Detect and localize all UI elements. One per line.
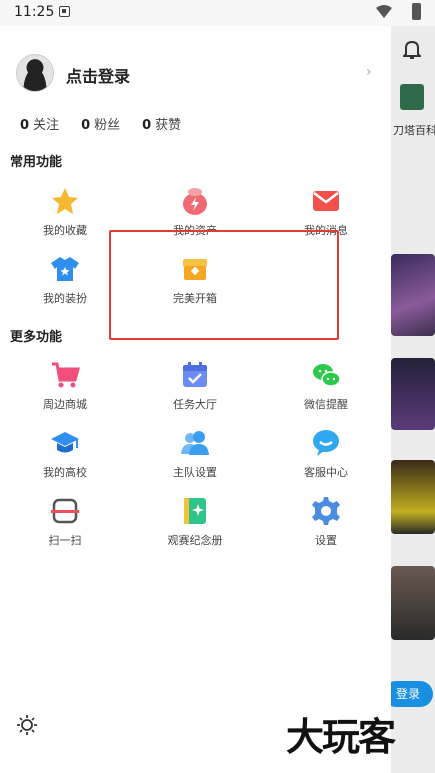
feature-settings[interactable]: 设置 [266,496,386,554]
side-drawer: 点击登录 › 0 关注 0 粉丝 0 获赞 常用功能 我的收藏 我的资产 我的消息 我… [0,26,391,773]
profile-row[interactable]: 点击登录 › [16,54,376,92]
feature-label: 主队设置 [173,466,217,479]
stat-likes[interactable]: 0 获赞 [142,114,181,133]
feature-label: 我的高校 [43,466,87,479]
stat-following[interactable]: 0 关注 [20,114,59,133]
feature-unboxing[interactable]: 完美开箱 [135,254,255,312]
status-time: 11:25 [14,4,55,20]
shopping-cart-icon [52,362,80,388]
envelope-icon [313,191,339,211]
feature-support[interactable]: 客服中心 [266,428,386,486]
sun-icon[interactable] [16,714,38,736]
scan-icon [51,498,79,524]
feature-label: 我的消息 [304,224,348,237]
background-tile[interactable] [391,254,435,336]
tshirt-icon [51,257,79,281]
dota-app-icon[interactable] [400,84,424,110]
feature-label: 观赛纪念册 [167,534,223,547]
stat-fans[interactable]: 0 粉丝 [81,114,120,133]
bell-icon[interactable] [403,40,421,60]
treasure-box-icon [183,259,207,280]
section-title-common: 常用功能 [10,155,63,170]
feature-label: 设置 [315,534,337,547]
feature-label: 完美开箱 [173,292,217,305]
wechat-icon [313,364,341,387]
feature-assets[interactable]: 我的资产 [135,186,255,244]
feature-label: 任务大厅 [173,398,217,411]
status-bar: 11:25 [0,0,435,26]
calendar-check-icon [183,362,207,387]
feature-messages[interactable]: 我的消息 [266,186,386,244]
dota-label[interactable]: 刀塔百科 [393,122,435,138]
feature-label: 我的资产 [173,224,217,237]
feature-label: 微信提醒 [304,398,348,411]
feature-album[interactable]: 观赛纪念册 [135,496,255,554]
feature-scan[interactable]: 扫一扫 [5,496,125,554]
team-people-icon [181,431,209,455]
background-login-button[interactable]: 登录 [391,681,433,707]
section-title-more: 更多功能 [10,330,63,345]
login-label[interactable]: 点击登录 [66,63,130,87]
graduation-cap-icon [51,432,79,453]
feature-outfit[interactable]: 我的装扮 [5,254,125,312]
feature-team-settings[interactable]: 主队设置 [135,428,255,486]
background-app: 刀塔百科 登录 [391,26,435,773]
feature-tasks[interactable]: 任务大厅 [135,360,255,418]
feature-label: 客服中心 [304,466,348,479]
background-tile[interactable] [391,460,435,534]
feature-label: 扫一扫 [48,534,82,547]
gear-icon [312,497,340,525]
feature-wechat[interactable]: 微信提醒 [266,360,386,418]
feature-label: 周边商城 [43,398,87,411]
notification-icon [59,6,70,17]
stats-row: 0 关注 0 粉丝 0 获赞 [20,114,203,133]
feature-college[interactable]: 我的高校 [5,428,125,486]
avatar[interactable] [16,54,54,92]
feature-favorites[interactable]: 我的收藏 [5,186,125,244]
chevron-right-icon: › [366,64,372,80]
watermark-logo: 大玩客 [286,714,396,759]
battery-icon [412,3,421,20]
star-icon [52,188,78,214]
wallet-bag-icon [183,188,207,215]
feature-label: 我的装扮 [43,292,87,305]
feature-shop[interactable]: 周边商城 [5,360,125,418]
wifi-icon [376,5,392,18]
feature-label: 我的收藏 [43,224,87,237]
album-sparkle-icon [184,498,206,524]
background-tile[interactable] [391,566,435,640]
background-tile[interactable] [391,358,435,430]
chat-bubble-icon [313,430,339,456]
